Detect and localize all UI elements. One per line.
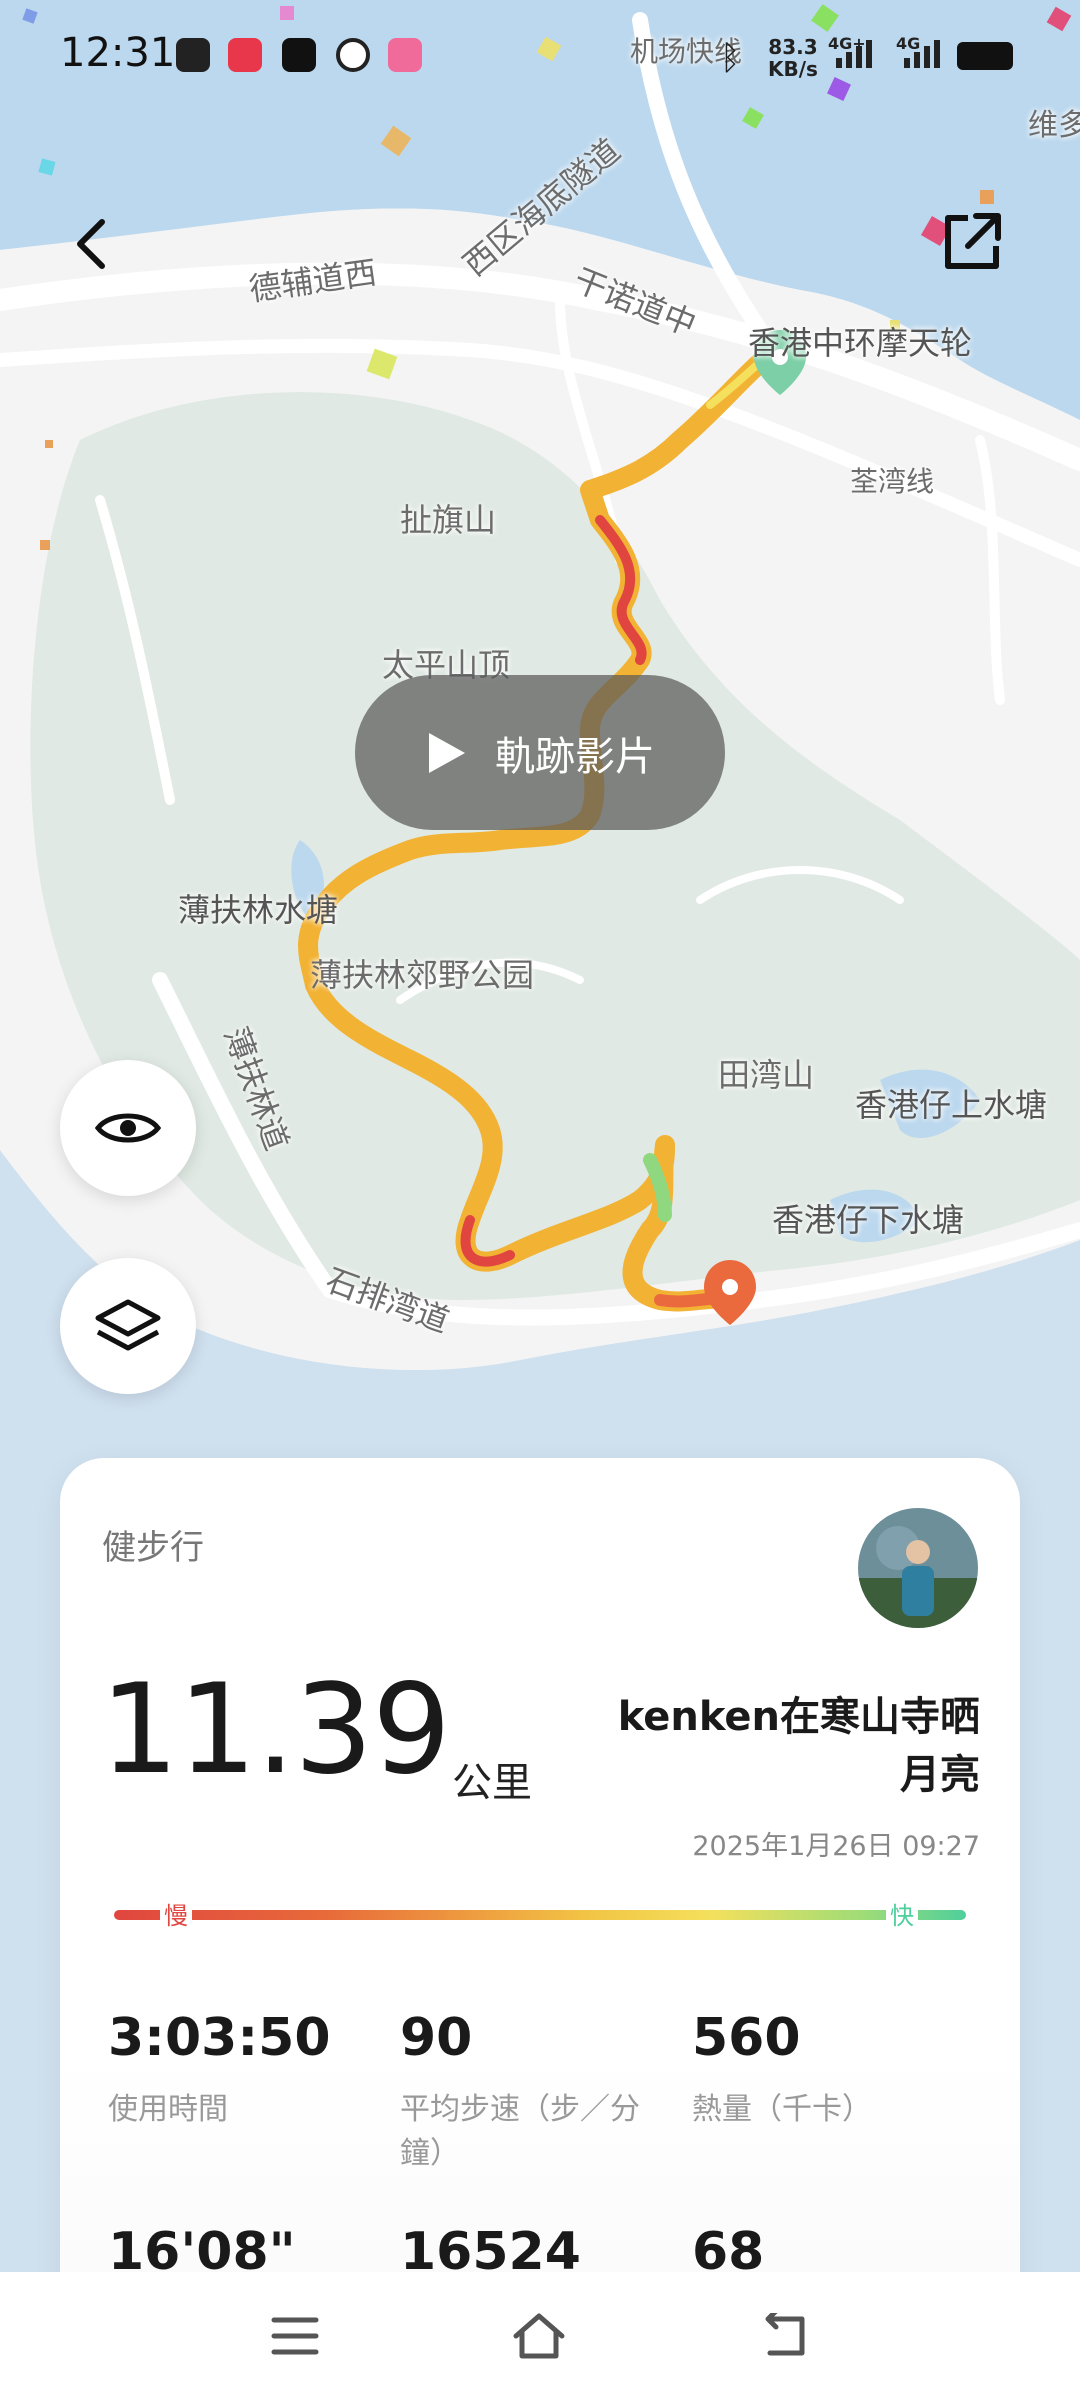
status-time: 12:31 xyxy=(60,30,176,76)
bluetooth-icon: ᛒ xyxy=(720,38,741,78)
speed-fast-label: 快 xyxy=(886,1896,918,1931)
map-label-upper-reservoir: 香港仔上水塘 xyxy=(855,1086,1048,1124)
speed-legend-bar xyxy=(114,1910,966,1920)
network-speed: 83.3 KB/s xyxy=(768,36,818,80)
bilibili-icon xyxy=(388,38,422,72)
system-nav-bar xyxy=(0,2272,1080,2400)
activity-detail-screen: 西区海底隧道 德辅道西 干诺道中 香港中环摩天轮 荃湾线 机场快线 扯旗山 太平… xyxy=(0,0,1080,2400)
map-label-tin-wan-shan: 田湾山 xyxy=(718,1056,815,1094)
map-label-pok-fu-lam-reservoir: 薄扶林水塘 xyxy=(178,891,339,929)
whatsapp-icon xyxy=(336,38,370,72)
chevron-left-icon xyxy=(77,219,105,269)
distance-unit: 公里 xyxy=(452,1760,532,1806)
speed-slow-label: 慢 xyxy=(160,1896,192,1931)
back-button[interactable] xyxy=(64,214,124,274)
map-label-country-park: 薄扶林郊野公园 xyxy=(310,956,535,994)
external-link-icon xyxy=(945,213,1001,269)
app-notification-icon xyxy=(228,38,262,72)
track-video-label: 軌跡影片 xyxy=(495,733,655,780)
stat-duration-label: 使用時間 xyxy=(108,2092,228,2127)
share-button[interactable] xyxy=(940,210,1004,274)
activity-type: 健步行 xyxy=(102,1528,204,1568)
signal-icon xyxy=(836,40,872,68)
stat-calories-label: 熱量（千卡） xyxy=(692,2092,872,2127)
net-speed-unit: KB/s xyxy=(768,57,818,81)
user-photo-icon xyxy=(858,1508,978,1628)
status-bar: 12:31 ᛒ 83.3 KB/s 4G+ 4G xyxy=(0,0,1080,110)
map-label-lower-reservoir: 香港仔下水塘 xyxy=(772,1201,965,1239)
stat-cadence-label: 平均步速（步／分鐘） xyxy=(400,2092,640,2171)
map-label-ferris-wheel: 香港中环摩天轮 xyxy=(748,324,973,362)
activity-summary-card: 健步行 11.39 公里 kenken在寒山寺晒月亮 2025年1月26日 09… xyxy=(60,1458,1020,2400)
distance-value: 11.39 xyxy=(100,1658,451,1802)
play-icon xyxy=(429,732,465,773)
stat-duration-value: 3:03:50 xyxy=(108,2008,331,2068)
menu-icon[interactable] xyxy=(270,2314,320,2358)
home-icon[interactable] xyxy=(510,2312,568,2360)
activity-date: 2025年1月26日 09:27 xyxy=(692,1831,980,1862)
eye-icon xyxy=(94,1113,162,1143)
activity-title[interactable]: kenken在寒山寺晒月亮 xyxy=(580,1688,980,1804)
signal-icon-2 xyxy=(904,40,940,68)
youtube-icon xyxy=(176,38,210,72)
stat-cadence-value: 90 xyxy=(400,2008,473,2068)
map-label-high-west: 扯旗山 xyxy=(400,501,497,539)
map-layers-button[interactable] xyxy=(60,1258,196,1394)
stat-calories-value: 560 xyxy=(692,2008,801,2068)
track-video-button[interactable]: 軌跡影片 xyxy=(355,675,725,830)
battery-icon xyxy=(957,42,1013,70)
layers-icon xyxy=(95,1299,161,1351)
avatar[interactable] xyxy=(858,1508,978,1628)
net-speed-value: 83.3 xyxy=(768,35,818,59)
map-label-tsuen-wan-line: 荃湾线 xyxy=(850,465,935,498)
capcut-icon xyxy=(282,38,316,72)
visibility-toggle-button[interactable] xyxy=(60,1060,196,1196)
back-arrow-icon[interactable] xyxy=(758,2313,810,2359)
